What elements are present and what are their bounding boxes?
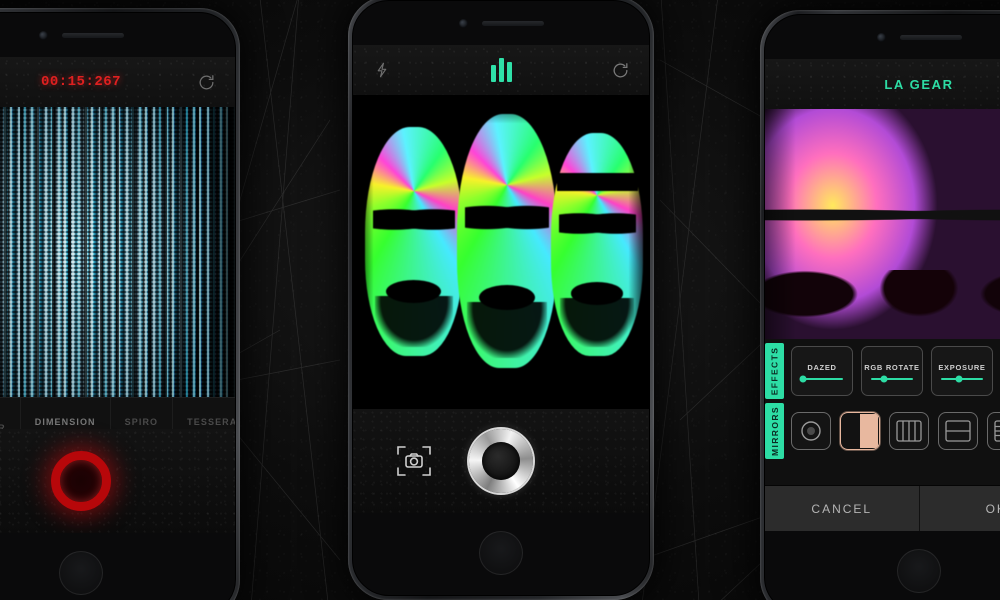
tab-effects[interactable]: EFFECTS (765, 343, 784, 399)
shutter-button[interactable] (469, 429, 533, 493)
effect-card-exposure[interactable]: EXPOSURE (931, 346, 993, 396)
earpiece-speaker (61, 32, 124, 38)
effect-card-rgb-rotate[interactable]: RGB ROTATE (861, 346, 923, 396)
mirror-hlines-icon[interactable] (987, 412, 1000, 450)
glitch-mirror-preview (0, 107, 235, 397)
home-button[interactable] (897, 549, 941, 593)
mid-topbar (353, 45, 649, 95)
neon-faces-preview (353, 95, 649, 413)
front-camera-icon (876, 32, 886, 42)
gallery-button[interactable] (397, 446, 431, 476)
mirror-half-split-icon[interactable] (840, 412, 880, 450)
editor-panel: EFFECTS DAZED RGB ROTATE EXPOSURE MIRROR… (765, 339, 1000, 531)
effect-slider[interactable] (799, 375, 843, 382)
effect-slider[interactable] (871, 375, 913, 382)
left-topbar: 00:15:267 (0, 57, 235, 107)
front-camera-icon (38, 30, 48, 40)
phone-left-notch (0, 13, 235, 57)
phone-right-notch (765, 15, 1000, 59)
mirror-hsplit-icon[interactable] (938, 412, 978, 450)
mirror-circle-icon[interactable] (791, 412, 831, 450)
effect-label: EXPOSURE (938, 362, 986, 372)
phone-middle: TRACER TEXTILE TRIPSAUCE DARK PASSAGE GH… (348, 0, 654, 600)
cancel-button[interactable]: CANCEL (765, 486, 919, 531)
ok-button[interactable]: OK (918, 486, 1000, 531)
screenshot-stage: 00:15:267 AURA DEFLECTOR DIMENSION SPIRO… (0, 0, 1000, 600)
flash-off-icon[interactable] (371, 59, 393, 81)
rotate-icon[interactable] (609, 59, 631, 81)
phone-right-screen: LA GEAR EFFECTS DAZED RGB ROTATE EXPOSUR… (765, 59, 1000, 531)
tab-mirrors[interactable]: MIRRORS (765, 403, 784, 459)
rotate-icon[interactable] (195, 71, 217, 93)
phone-mid-notch (353, 1, 649, 45)
hyperspektiv-logo (490, 58, 512, 82)
mirrored-face-preview (765, 109, 1000, 339)
page-title: LA GEAR (884, 76, 954, 92)
effect-card-dazed[interactable]: DAZED (791, 346, 853, 396)
phone-right: LA GEAR EFFECTS DAZED RGB ROTATE EXPOSUR… (760, 10, 1000, 600)
effects-row[interactable]: DAZED RGB ROTATE EXPOSURE DANK VISI (791, 343, 1000, 399)
left-camera-bar (0, 429, 235, 533)
effect-slider[interactable] (941, 375, 983, 382)
recording-timer: 00:15:267 (40, 74, 122, 90)
mirror-vstripes-icon[interactable] (889, 412, 929, 450)
phone-left: 00:15:267 AURA DEFLECTOR DIMENSION SPIRO… (0, 8, 240, 600)
earpiece-speaker (481, 20, 544, 26)
tab-effects-label: EFFECTS (769, 346, 780, 396)
earpiece-speaker (899, 34, 962, 40)
effect-label: DAZED (807, 362, 837, 372)
home-button[interactable] (59, 551, 103, 595)
phone-left-screen: 00:15:267 AURA DEFLECTOR DIMENSION SPIRO… (0, 57, 235, 533)
editor-actions[interactable]: CANCEL OK (765, 485, 1000, 531)
mid-camera-bar (353, 409, 649, 513)
home-button[interactable] (479, 531, 523, 575)
phone-mid-screen: TRACER TEXTILE TRIPSAUCE DARK PASSAGE GH… (353, 45, 649, 513)
tab-mirrors-label: MIRRORS (769, 406, 780, 456)
right-topbar: LA GEAR (765, 59, 1000, 109)
mirrors-row[interactable] (791, 403, 1000, 459)
front-camera-icon (458, 18, 468, 28)
effect-label: RGB ROTATE (864, 362, 920, 372)
record-button[interactable] (51, 451, 111, 511)
